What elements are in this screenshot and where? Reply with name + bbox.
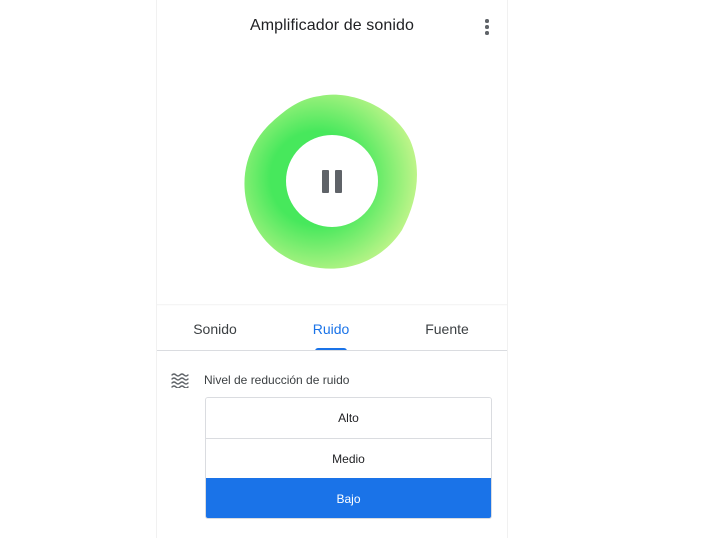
audio-visualizer	[242, 90, 422, 272]
more-vert-icon-dot	[485, 31, 489, 35]
noise-reduction-header: Nivel de reducción de ruido	[170, 370, 349, 390]
option-label: Bajo	[336, 491, 361, 506]
more-vert-icon-dot	[485, 25, 489, 29]
tab-bar: Sonido Ruido Fuente	[157, 306, 507, 351]
tab-label: Fuente	[425, 320, 469, 337]
tab-sonido[interactable]: Sonido	[157, 306, 273, 351]
tab-label: Ruido	[312, 320, 350, 337]
tab-label: Sonido	[193, 320, 237, 337]
right-edge-divider	[507, 0, 508, 538]
tab-ruido[interactable]: Ruido	[273, 306, 389, 351]
pause-icon	[322, 169, 342, 193]
noise-option-medio[interactable]: Medio	[206, 438, 491, 478]
more-vert-icon	[485, 19, 489, 23]
pause-button[interactable]	[286, 135, 378, 227]
more-options-button[interactable]	[477, 16, 497, 38]
noise-reduction-label: Nivel de reducción de ruido	[204, 373, 350, 387]
sound-amplifier-app: Amplificador de sonido Sonido Ruido Fuen…	[157, 0, 507, 538]
option-label: Alto	[338, 411, 359, 425]
tabs-divider	[157, 350, 507, 351]
app-bar: Amplificador de sonido	[157, 0, 507, 56]
tab-fuente[interactable]: Fuente	[389, 306, 505, 351]
waves-icon	[171, 373, 189, 388]
noise-option-alto[interactable]: Alto	[206, 398, 491, 438]
noise-option-bajo[interactable]: Bajo	[206, 478, 491, 518]
noise-level-options: Alto Medio Bajo	[205, 397, 492, 519]
option-label: Medio	[332, 451, 365, 466]
app-title: Amplificador de sonido	[249, 17, 415, 34]
